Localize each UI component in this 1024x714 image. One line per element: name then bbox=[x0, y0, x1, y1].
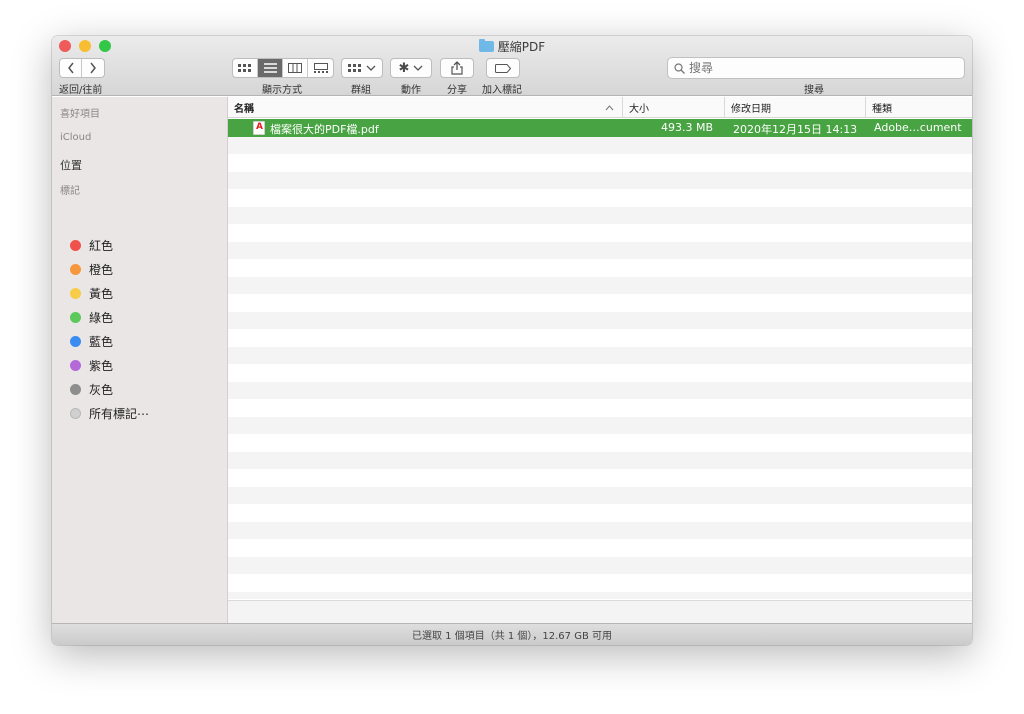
gear-icon: ✱ bbox=[398, 60, 410, 76]
action-button[interactable]: ✱ bbox=[390, 58, 432, 78]
share-icon bbox=[451, 61, 463, 75]
sidebar-tag-red[interactable]: 紅色 bbox=[70, 236, 113, 254]
gallery-view-button[interactable] bbox=[308, 59, 333, 77]
sidebar-tag-label: 所有標記⋯ bbox=[89, 406, 150, 421]
all-tags-icon bbox=[70, 407, 81, 419]
share-button[interactable] bbox=[440, 58, 474, 78]
sidebar-tag-gray[interactable]: 灰色 bbox=[70, 380, 113, 398]
sidebar-tag-purple[interactable]: 紫色 bbox=[70, 356, 113, 374]
column-name-label: 名稱 bbox=[234, 104, 254, 115]
sidebar-tag-blue[interactable]: 藍色 bbox=[70, 332, 113, 350]
tag-icon bbox=[495, 63, 511, 73]
nav-buttons bbox=[59, 58, 105, 78]
search-label: 搜尋 bbox=[804, 85, 824, 96]
column-name-header[interactable]: 名稱 bbox=[228, 97, 623, 118]
green-tag-icon bbox=[70, 311, 81, 323]
sidebar-tag-label: 藍色 bbox=[89, 334, 114, 349]
search-icon bbox=[674, 62, 685, 74]
add-tag-button[interactable] bbox=[486, 58, 520, 78]
orange-tag-icon bbox=[70, 263, 81, 275]
blue-tag-icon bbox=[70, 335, 81, 347]
file-list: 名稱 大小 修改日期 種類 檔案很大的PDF檔.pdf bbox=[228, 97, 972, 623]
action-label: 動作 bbox=[401, 85, 421, 96]
chevron-down-icon bbox=[366, 65, 376, 71]
finder-window: 壓縮PDF 返回/往前 顯示方式 群組 ✱ 動作 分享 加入標記 搜尋 搜尋 喜… bbox=[52, 36, 972, 645]
search-field[interactable] bbox=[667, 57, 965, 79]
add-tag-label: 加入標記 bbox=[482, 85, 522, 96]
sidebar-tag-label: 紫色 bbox=[89, 358, 114, 373]
view-mode-control bbox=[232, 58, 334, 78]
search-input[interactable] bbox=[689, 61, 949, 75]
gallery-icon bbox=[313, 63, 328, 73]
sidebar-favorites[interactable]: 喜好項目 bbox=[60, 105, 100, 120]
sidebar-tag-label: 綠色 bbox=[89, 310, 114, 325]
file-size: 493.3 MB bbox=[661, 121, 714, 134]
yellow-tag-icon bbox=[70, 287, 81, 299]
toolbar: 壓縮PDF 返回/往前 顯示方式 群組 ✱ 動作 分享 加入標記 搜尋 搜尋 bbox=[52, 36, 972, 96]
window-title-text: 壓縮PDF bbox=[497, 40, 546, 54]
status-text: 已選取 1 個項目（共 1 個），12.67 GB 可用 bbox=[411, 631, 613, 642]
share-label: 分享 bbox=[447, 85, 467, 96]
group-label: 群組 bbox=[351, 85, 371, 96]
column-modified-label: 修改日期 bbox=[731, 104, 771, 115]
pdf-file-icon bbox=[253, 121, 265, 135]
icon-view-button[interactable] bbox=[233, 59, 258, 77]
sidebar-icloud[interactable]: iCloud bbox=[60, 132, 91, 143]
grid-icon bbox=[238, 63, 251, 72]
list-view-button[interactable] bbox=[258, 59, 283, 77]
chevron-down-icon bbox=[413, 65, 423, 71]
sidebar-tag-label: 橙色 bbox=[89, 262, 114, 277]
nav-label: 返回/往前 bbox=[59, 85, 103, 96]
file-modified: 2020年12月15日 14:13 bbox=[733, 123, 858, 136]
window-title: 壓縮PDF bbox=[52, 38, 972, 55]
column-size-label: 大小 bbox=[629, 104, 649, 115]
gray-tag-icon bbox=[70, 383, 81, 395]
folder-icon bbox=[478, 39, 494, 52]
columns-icon bbox=[288, 63, 302, 73]
sidebar-all-tags[interactable]: 所有標記⋯ bbox=[70, 404, 149, 422]
table-row[interactable]: 檔案很大的PDF檔.pdf 493.3 MB 2020年12月15日 14:13… bbox=[228, 119, 972, 137]
view-label: 顯示方式 bbox=[262, 85, 302, 96]
column-view-button[interactable] bbox=[283, 59, 308, 77]
column-size-header[interactable]: 大小 bbox=[623, 97, 725, 118]
sidebar: 喜好項目 iCloud 位置 標記 紅色 橙色 黃色 綠色 藍色 紫色 灰色 所… bbox=[52, 97, 228, 623]
back-button[interactable] bbox=[60, 59, 82, 77]
red-tag-icon bbox=[70, 239, 81, 251]
horizontal-scroll-area[interactable] bbox=[228, 600, 972, 623]
list-icon bbox=[263, 63, 277, 73]
chevron-right-icon bbox=[90, 62, 96, 74]
sidebar-tag-orange[interactable]: 橙色 bbox=[70, 260, 113, 278]
sidebar-tag-label: 紅色 bbox=[89, 238, 114, 253]
file-kind: Adobe…cument bbox=[874, 121, 962, 134]
status-bar: 已選取 1 個項目（共 1 個），12.67 GB 可用 bbox=[52, 623, 972, 645]
sidebar-tag-green[interactable]: 綠色 bbox=[70, 308, 113, 326]
column-kind-header[interactable]: 種類 bbox=[866, 97, 972, 118]
forward-button[interactable] bbox=[82, 59, 104, 77]
sort-ascending-icon bbox=[605, 105, 614, 111]
column-kind-label: 種類 bbox=[872, 104, 892, 115]
sidebar-tags-header: 標記 bbox=[60, 186, 80, 197]
column-headers: 名稱 大小 修改日期 種類 bbox=[228, 97, 972, 118]
sidebar-locations[interactable]: 位置 bbox=[60, 157, 82, 173]
column-modified-header[interactable]: 修改日期 bbox=[725, 97, 866, 118]
sidebar-tag-label: 灰色 bbox=[89, 382, 114, 397]
sidebar-tag-label: 黃色 bbox=[89, 286, 114, 301]
row-stripes bbox=[228, 119, 972, 599]
purple-tag-icon bbox=[70, 359, 81, 371]
sidebar-tag-yellow[interactable]: 黃色 bbox=[70, 284, 113, 302]
group-button[interactable] bbox=[341, 58, 383, 78]
file-name: 檔案很大的PDF檔.pdf bbox=[270, 123, 379, 136]
grid-icon bbox=[348, 63, 361, 72]
chevron-left-icon bbox=[67, 62, 74, 74]
